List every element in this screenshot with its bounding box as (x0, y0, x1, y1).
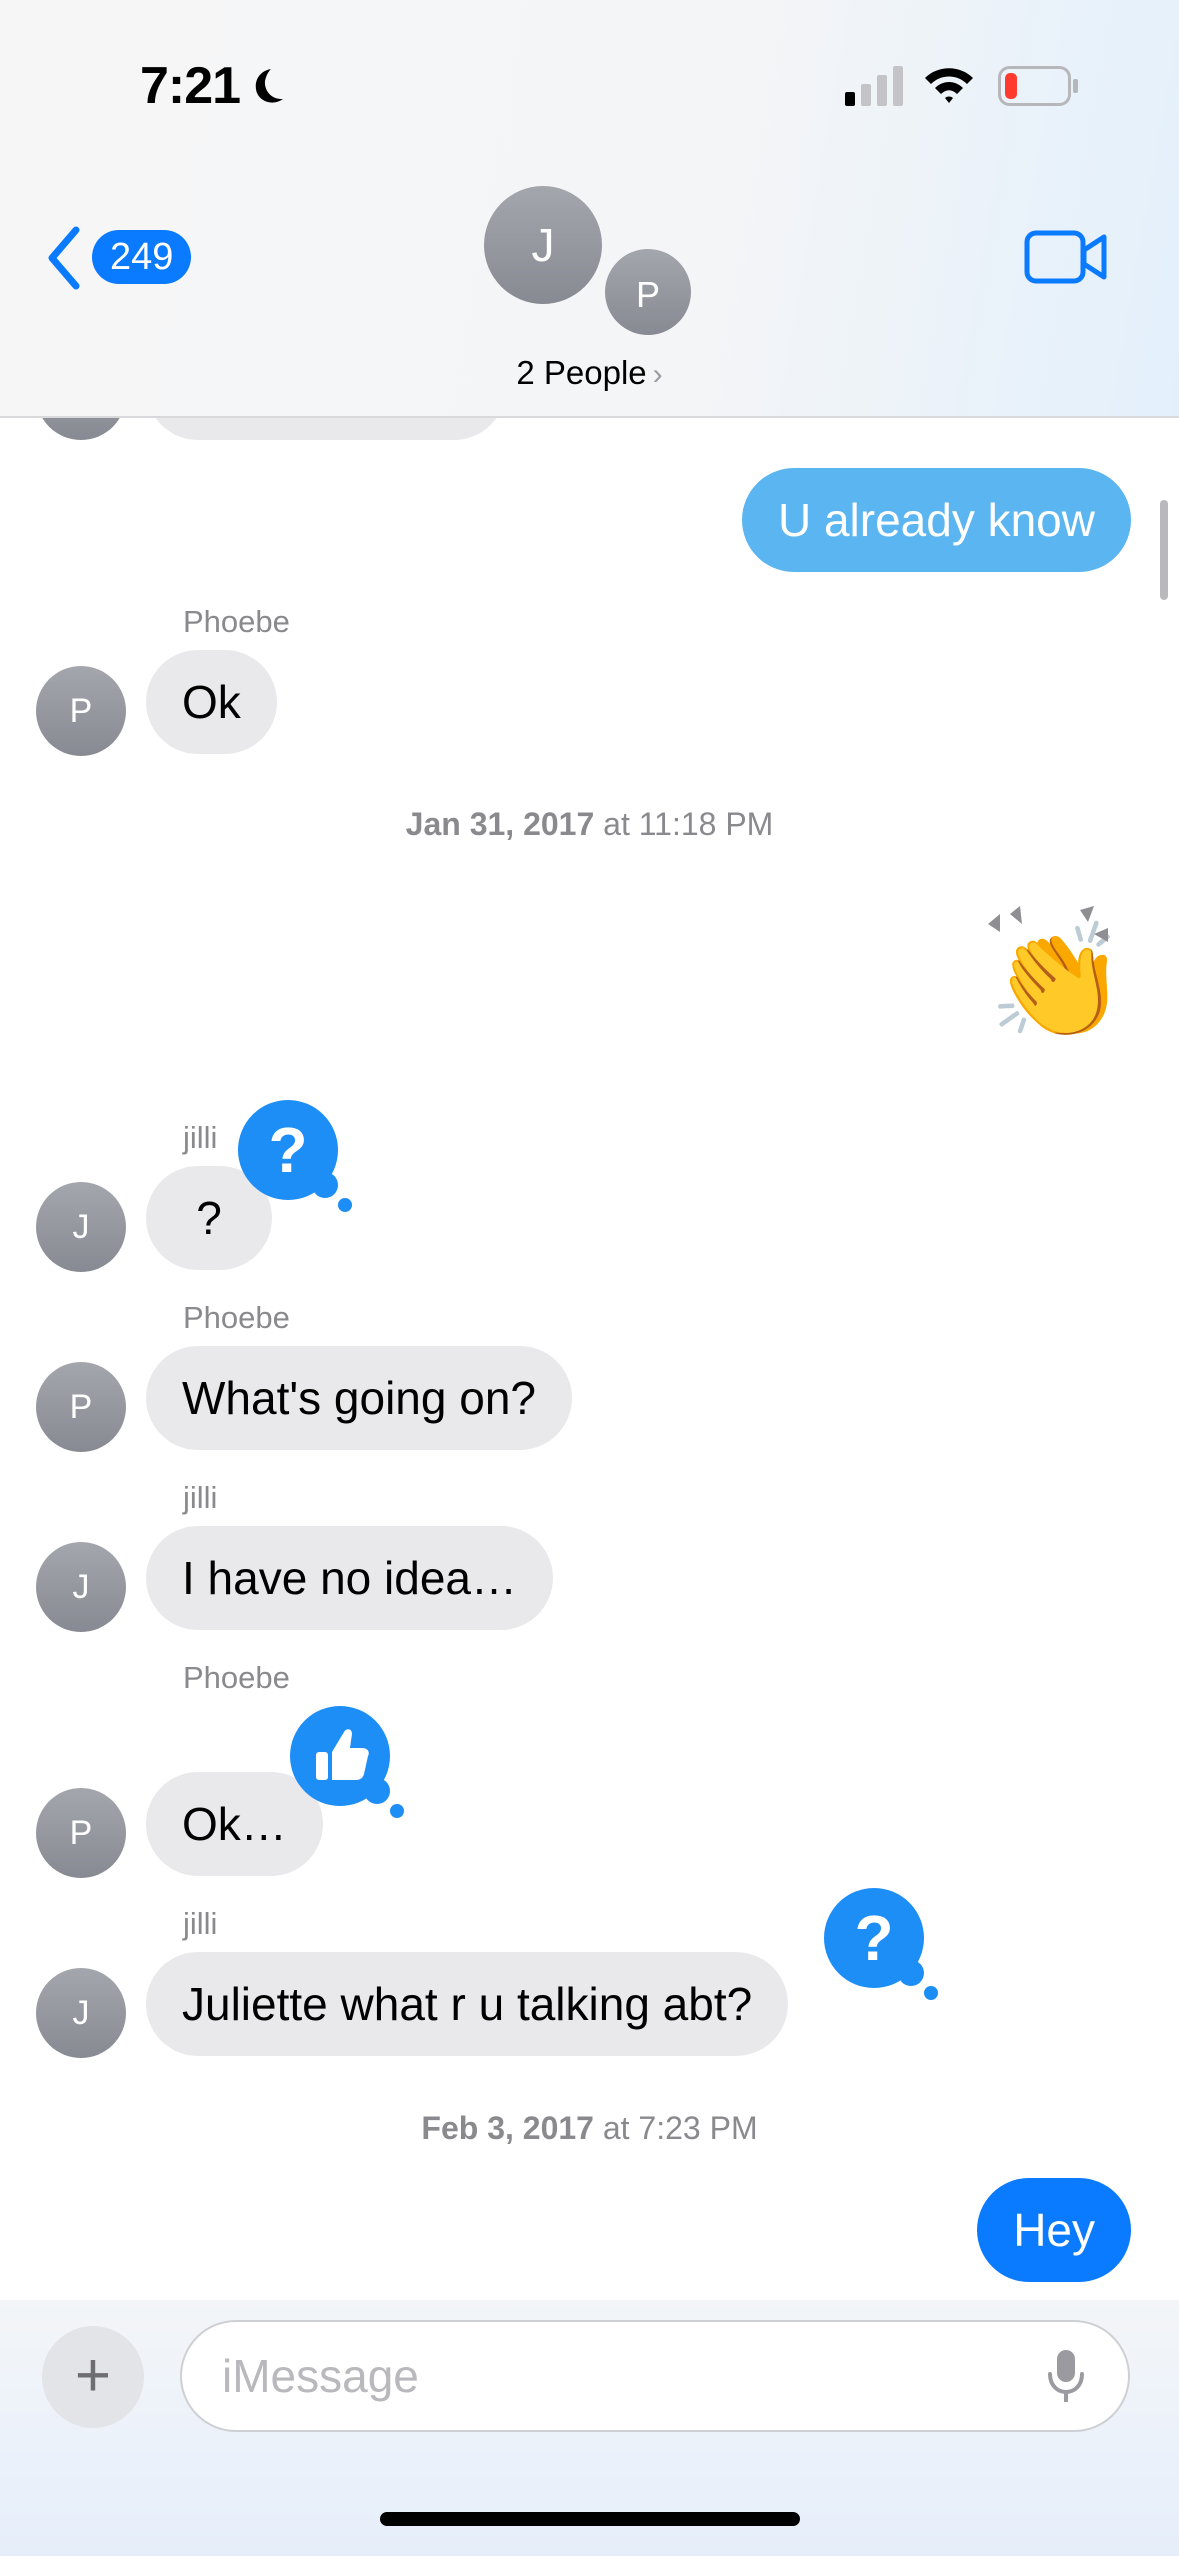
message-input[interactable]: iMessage (180, 2320, 1130, 2432)
sender-name: jilli (183, 1480, 218, 1515)
message-bubble-incoming[interactable]: Juliette what r u talking abt? (146, 1952, 789, 2056)
group-avatar-p[interactable]: P (602, 246, 694, 338)
sender-name: Phoebe (183, 1660, 290, 1695)
microphone-icon[interactable] (1046, 2348, 1086, 2406)
back-unread-badge[interactable]: 249 (92, 230, 192, 284)
timestamp-time: at 7:23 PM (593, 2110, 758, 2146)
message-bubble-incoming[interactable]: I have no idea… (146, 1526, 554, 1630)
tapback-tail (898, 1960, 924, 1986)
conversation-header: 7:21 249 J P 2 People › (0, 0, 1179, 418)
message-bubble-incoming[interactable]: What's going on? (146, 1346, 573, 1450)
moon-icon (255, 69, 283, 103)
tapback-tail (338, 1198, 352, 1212)
sender-name: jilli (183, 1906, 218, 1941)
avatar-jilli[interactable]: J (36, 1968, 126, 2058)
scroll-indicator[interactable] (1160, 500, 1168, 600)
avatar-phoebe[interactable]: P (36, 1788, 126, 1878)
sender-name: Phoebe (183, 604, 290, 639)
facetime-video-icon[interactable] (1024, 228, 1108, 286)
timestamp-date: Feb 3, 2017 (421, 2110, 594, 2146)
messages-screen: U already know Phoebe P Ok Jan 31, 2017 … (0, 0, 1179, 2556)
timestamp: Jan 31, 2017 at 11:18 PM (0, 806, 1179, 843)
timestamp-date: Jan 31, 2017 (405, 806, 595, 842)
tapback-tail (390, 1804, 404, 1818)
clap-motion-lines (988, 906, 1108, 942)
avatar-phoebe[interactable]: P (36, 666, 126, 756)
add-attachment-button[interactable]: + (42, 2326, 144, 2428)
emoji-message[interactable]: 👏 (976, 902, 1127, 1052)
home-indicator[interactable] (380, 2512, 800, 2526)
tapback-tail (364, 1778, 390, 1804)
group-details-button[interactable]: 2 People › (0, 354, 1179, 392)
sender-name: jilli (183, 1120, 218, 1155)
message-bubble-outgoing[interactable]: Hey (977, 2178, 1131, 2282)
timestamp: Feb 3, 2017 at 7:23 PM (0, 2110, 1179, 2147)
sender-name: Phoebe (183, 1300, 290, 1335)
tapback-tail (924, 1986, 938, 2000)
wifi-icon (925, 68, 973, 103)
cellular-signal-icon (845, 66, 903, 106)
timestamp-time: at 11:18 PM (594, 806, 774, 842)
chevron-right-icon: › (652, 358, 663, 391)
avatar-phoebe[interactable]: P (36, 1362, 126, 1452)
message-bubble-outgoing[interactable]: U already know (741, 468, 1131, 572)
avatar-jilli[interactable]: J (36, 1182, 126, 1272)
group-label: 2 People (516, 354, 647, 391)
back-chevron-icon[interactable] (44, 226, 84, 290)
message-placeholder: iMessage (222, 2350, 419, 2402)
tapback-tail (312, 1172, 338, 1198)
message-bubble-incoming[interactable]: Ok (146, 650, 277, 754)
avatar-jilli[interactable]: J (36, 1542, 126, 1632)
group-avatar-j[interactable]: J (484, 186, 602, 304)
status-time: 7:21 (140, 57, 241, 115)
battery-low-icon (998, 66, 1078, 106)
